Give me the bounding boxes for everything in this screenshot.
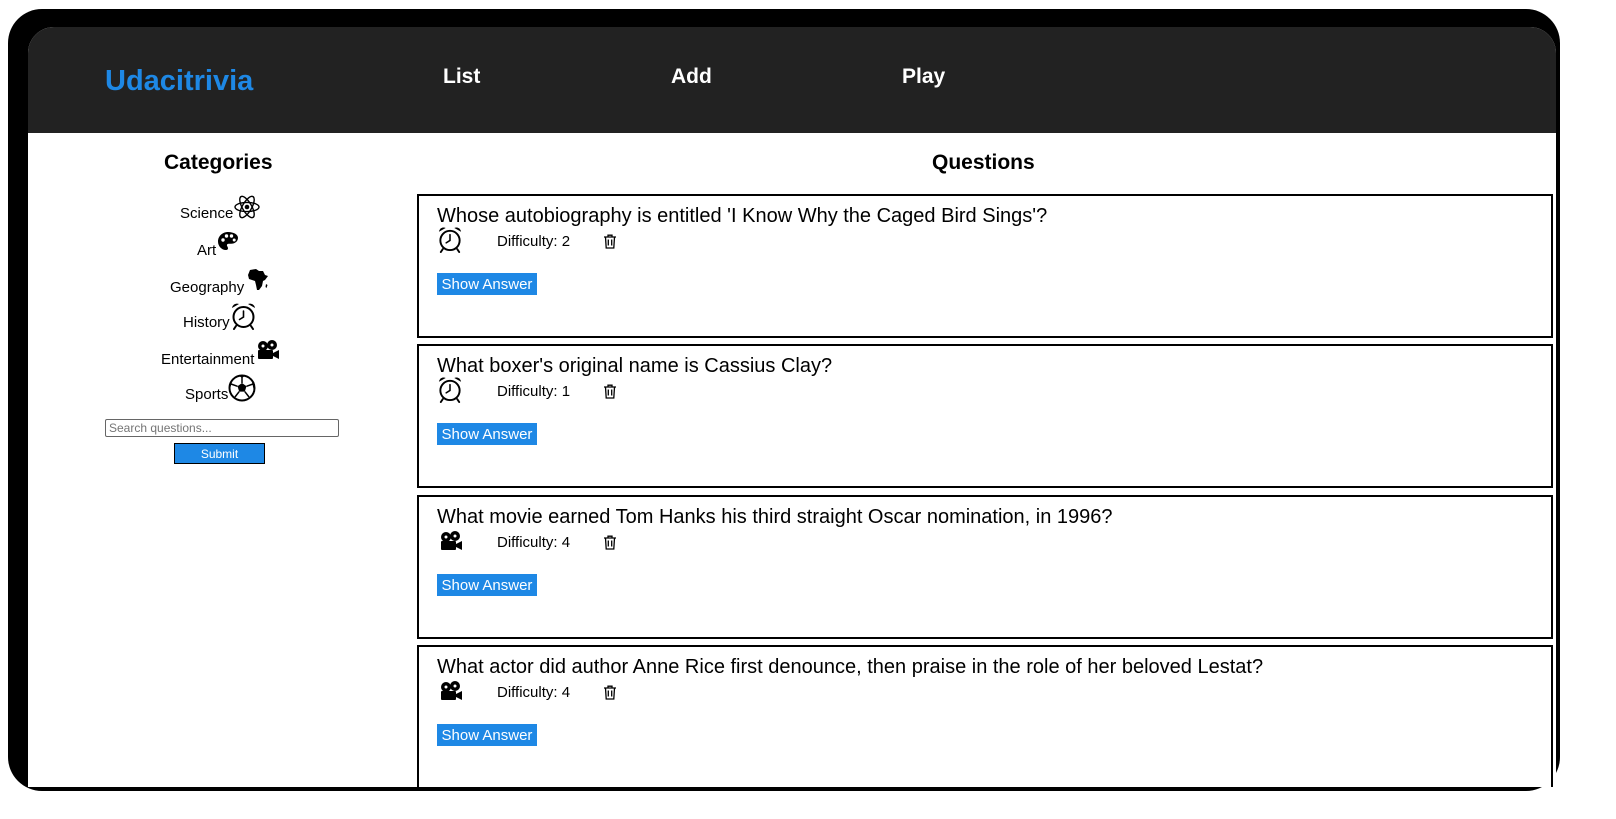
difficulty-label: Difficulty: 1	[497, 383, 571, 400]
device-frame: Udacitrivia List Add Play Categories Sci…	[8, 9, 1560, 791]
alarm-clock-icon	[438, 377, 462, 403]
categories-heading: Categories	[164, 151, 273, 174]
search-submit-button[interactable]: Submit	[174, 443, 265, 464]
trash-icon[interactable]	[603, 384, 617, 399]
category-label: Art	[197, 242, 217, 259]
category-label: Geography	[170, 279, 245, 296]
question-card: What boxer's original name is Cassius Cl…	[417, 344, 1553, 488]
app-screen: Udacitrivia List Add Play Categories Sci…	[28, 27, 1556, 787]
question-card: What actor did author Anne Rice first de…	[417, 645, 1553, 787]
question-text: What actor did author Anne Rice first de…	[437, 656, 1264, 678]
questions-heading: Questions	[932, 151, 1035, 174]
app-header: Udacitrivia List Add Play	[28, 27, 1556, 133]
category-entertainment[interactable]: Entertainment	[161, 339, 280, 368]
movie-camera-icon	[441, 531, 462, 550]
search-input[interactable]	[105, 419, 339, 437]
trash-icon[interactable]	[603, 685, 617, 700]
difficulty-label: Difficulty: 4	[497, 684, 571, 701]
alarm-clock-icon	[231, 303, 255, 330]
trash-icon[interactable]	[603, 535, 617, 550]
africa-map-icon	[248, 269, 269, 290]
category-label: Entertainment	[161, 351, 255, 368]
app-logo[interactable]: Udacitrivia	[105, 65, 253, 98]
category-geography[interactable]: Geography	[170, 267, 270, 296]
category-sports[interactable]: Sports	[185, 374, 256, 403]
trash-icon[interactable]	[603, 234, 617, 249]
category-label: History	[183, 314, 230, 331]
category-label: Science	[180, 205, 234, 222]
nav-add[interactable]: Add	[671, 65, 712, 89]
show-answer-button[interactable]: Show Answer	[437, 724, 537, 746]
category-label: Sports	[185, 386, 229, 403]
category-art[interactable]: Art	[197, 230, 240, 259]
question-card: Whose autobiography is entitled 'I Know …	[417, 194, 1553, 338]
nav-play[interactable]: Play	[902, 65, 945, 89]
atom-icon	[234, 195, 261, 219]
nav-list[interactable]: List	[443, 65, 480, 89]
show-answer-button[interactable]: Show Answer	[437, 574, 537, 596]
question-text: What movie earned Tom Hanks his third st…	[437, 506, 1113, 528]
alarm-clock-icon	[438, 227, 462, 253]
question-card: What movie earned Tom Hanks his third st…	[417, 495, 1553, 639]
movie-camera-icon	[441, 681, 462, 700]
show-answer-button[interactable]: Show Answer	[437, 423, 537, 445]
question-text: What boxer's original name is Cassius Cl…	[437, 355, 833, 377]
category-science[interactable]: Science	[180, 193, 261, 222]
category-history[interactable]: History	[183, 302, 257, 331]
question-text: Whose autobiography is entitled 'I Know …	[437, 205, 1048, 227]
movie-camera-icon	[258, 340, 280, 359]
soccer-ball-icon	[228, 374, 256, 402]
difficulty-label: Difficulty: 4	[497, 534, 571, 551]
show-answer-button[interactable]: Show Answer	[437, 273, 537, 295]
difficulty-label: Difficulty: 2	[497, 233, 571, 250]
palette-icon	[218, 232, 239, 250]
